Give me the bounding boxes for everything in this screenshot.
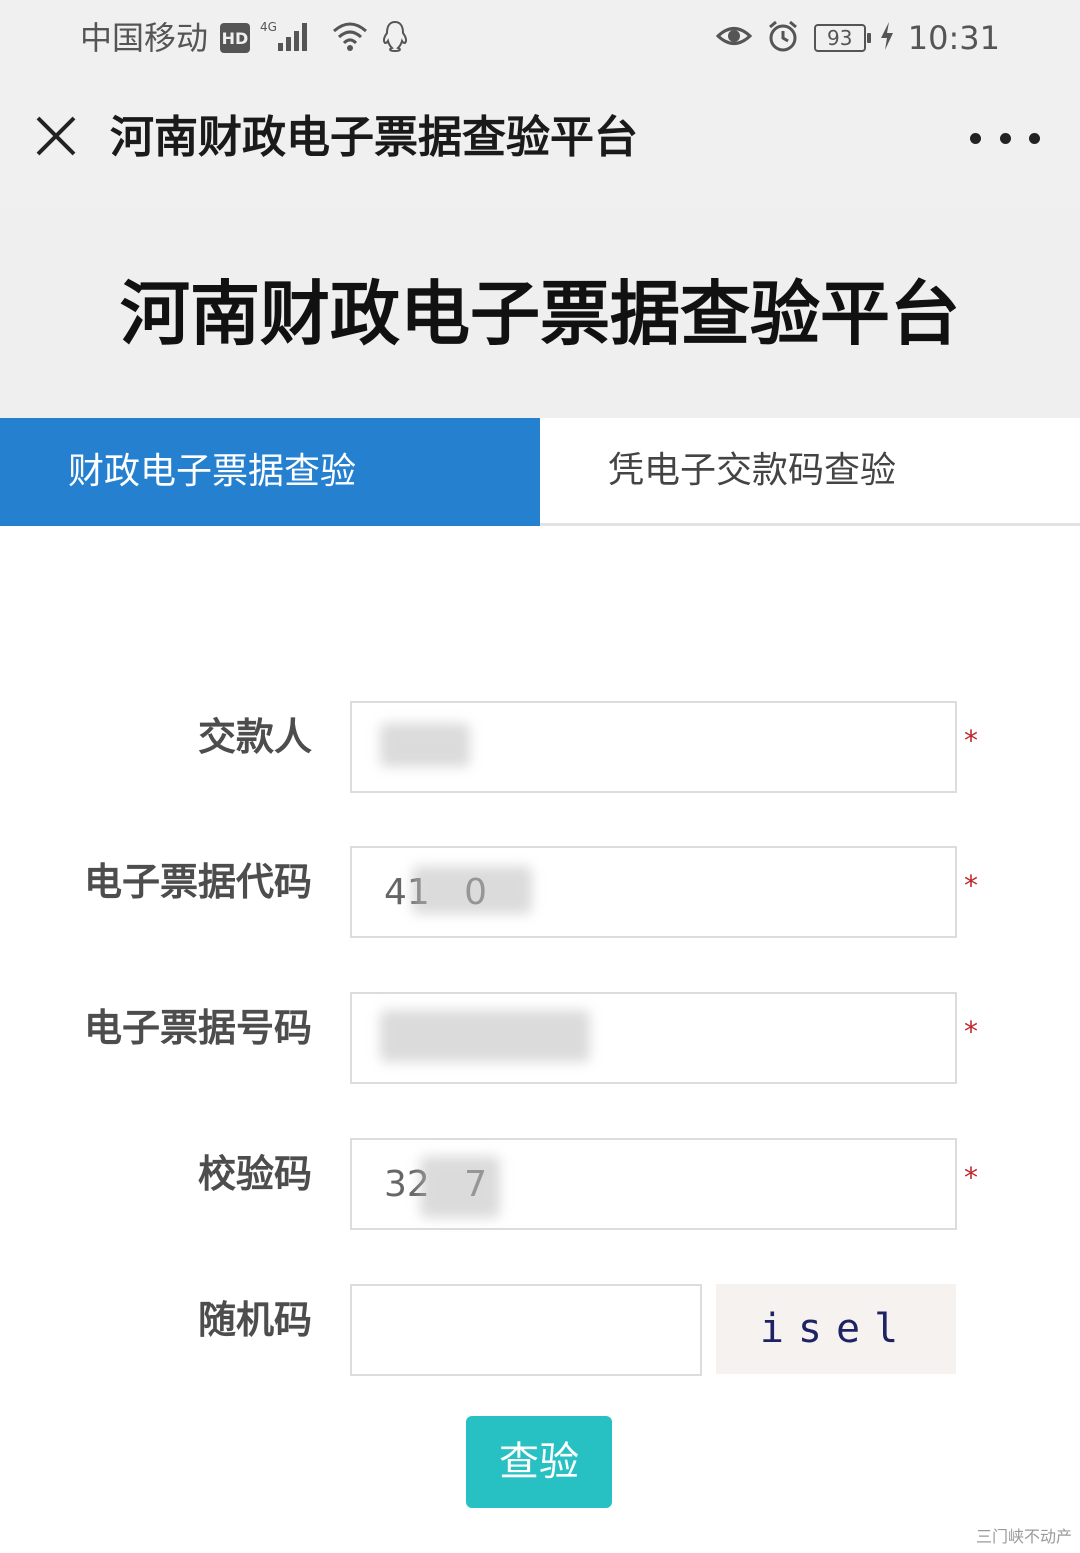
- tab-bar: 财政电子票据查验 凭电子交款码查验: [0, 418, 1080, 526]
- bill-code-label: 电子票据代码: [83, 860, 312, 904]
- bill-number-label: 电子票据号码: [83, 1006, 312, 1050]
- page-header: 河南财政电子票据查验平台: [0, 208, 1080, 418]
- redacted-mask: [420, 1156, 500, 1218]
- more-dot: [970, 132, 981, 144]
- redacted-mask: [380, 723, 470, 767]
- hd-icon: HD: [220, 23, 250, 53]
- form-row-check-code: 校验码 *: [0, 1138, 1080, 1230]
- verify-button[interactable]: 查验: [466, 1416, 612, 1508]
- close-icon[interactable]: [28, 108, 84, 164]
- form-row-payer: 交款人 *: [0, 701, 1080, 793]
- form-row-random-code: 随机码 isel: [0, 1284, 1080, 1376]
- status-right-icons: 93 10:31: [715, 16, 1000, 60]
- form-row-bill-number: 电子票据号码 *: [0, 992, 1080, 1084]
- eye-icon: [715, 21, 752, 55]
- check-code-label: 校验码: [197, 1152, 312, 1196]
- qq-icon: [380, 19, 410, 57]
- watermark: 三门峡不动产: [975, 1527, 1072, 1546]
- page: 中国移动 HD 4G 93 10:31 河南财政电子票据查验平台 河南财政电子票…: [0, 0, 1080, 1553]
- page-title: 河南财政电子票据查验平台: [120, 275, 960, 353]
- required-mark: *: [964, 1161, 978, 1194]
- status-bar: 中国移动 HD 4G 93 10:31: [0, 0, 1080, 78]
- required-mark: *: [964, 869, 978, 902]
- redacted-mask: [412, 866, 532, 914]
- carrier-name: 中国移动: [80, 19, 209, 57]
- random-code-input[interactable]: [350, 1284, 702, 1376]
- nav-title: 河南财政电子票据查验平台: [110, 113, 638, 162]
- captcha-image[interactable]: isel: [716, 1284, 956, 1374]
- clock-time: 10:31: [907, 19, 1000, 57]
- battery-icon: 93: [813, 24, 871, 52]
- more-options-icon[interactable]: [970, 120, 1040, 156]
- network-type-label: 4G: [260, 20, 277, 34]
- more-dot: [1029, 132, 1040, 144]
- redacted-mask: [380, 1010, 590, 1062]
- tab-payment-code-check[interactable]: 凭电子交款码查验: [540, 418, 1080, 526]
- random-code-label: 随机码: [197, 1298, 312, 1342]
- nav-bar: 河南财政电子票据查验平台: [0, 78, 1080, 208]
- charging-icon: [880, 22, 894, 54]
- payer-label: 交款人: [197, 715, 312, 759]
- alarm-clock-icon: [766, 19, 800, 57]
- signal-icon: 4G: [260, 19, 320, 57]
- form-row-bill-code: 电子票据代码 *: [0, 846, 1080, 938]
- wifi-icon: [330, 19, 370, 57]
- more-dot: [999, 132, 1011, 144]
- required-mark: *: [964, 724, 978, 757]
- tab-fiscal-bill-check[interactable]: 财政电子票据查验: [0, 418, 540, 526]
- required-mark: *: [964, 1015, 978, 1048]
- status-left-icons: HD 4G: [220, 16, 410, 60]
